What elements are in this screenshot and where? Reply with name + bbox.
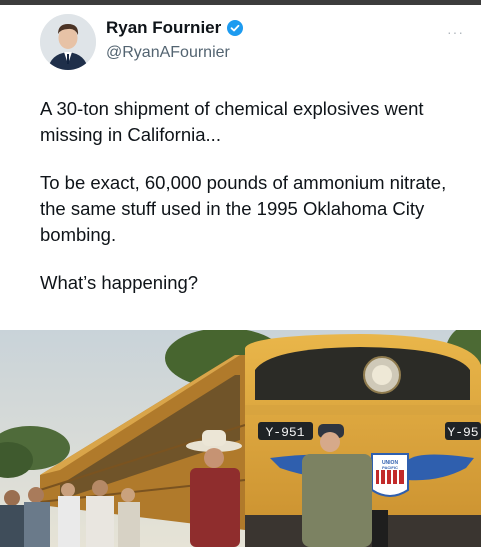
avatar[interactable] [40,14,96,70]
top-status-bar [0,0,481,5]
tweet-paragraph: What’s happening? [40,272,199,293]
tweet-text: A 30-ton shipment of chemical explosives… [40,96,460,318]
logo-text-bottom: PACIFIC [382,465,398,470]
locomotive-number-left: Y-951 [265,425,304,440]
tweet-header: Ryan Fournier @RyanAFournier ··· [40,14,470,74]
more-options-icon[interactable]: ··· [447,24,464,40]
verified-badge-icon [227,20,244,36]
tweet-media-image[interactable]: Y-951 Y-95 UNION PACIFIC [0,330,481,547]
tweet-paragraph: To be exact, 60,000 pounds of ammonium n… [40,172,447,245]
author-name[interactable]: Ryan Fournier [106,18,221,38]
locomotive-number-right: Y-95 [447,425,478,440]
author-name-row: Ryan Fournier [106,18,244,38]
author-handle[interactable]: @RyanAFournier [106,44,230,62]
tweet-paragraph: A 30-ton shipment of chemical explosives… [40,98,424,145]
